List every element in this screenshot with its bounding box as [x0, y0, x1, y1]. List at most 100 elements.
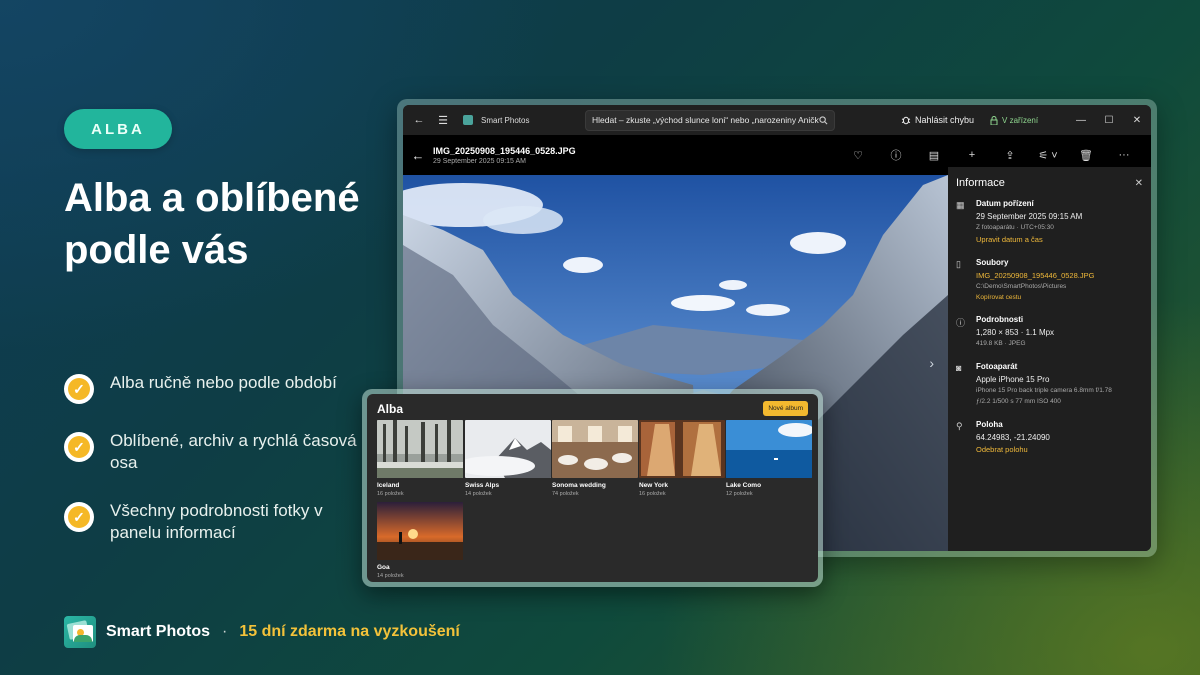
details-heading: Podrobnosti	[976, 315, 1024, 324]
album-count: 12 položek	[726, 491, 753, 497]
headline: Alba a oblíbené podle vás	[64, 176, 360, 272]
heart-icon[interactable]: ♡	[839, 149, 877, 162]
album-count: 16 položek	[377, 491, 404, 497]
info-date-section: ▦ Datum pořízení 29 September 2025 09:15…	[956, 199, 1143, 247]
close-info-icon[interactable]: ✕	[1135, 178, 1143, 189]
title-bar: ← ☰ Smart Photos Hledat – zkuste „východ…	[403, 105, 1151, 135]
details-size: 419.8 KB · JPEG	[976, 340, 1026, 347]
file-date: 29 September 2025 09:15 AM	[433, 157, 527, 165]
file-icon: ▯	[956, 259, 961, 269]
info-files-section: ▯ Soubory IMG_20250908_195446_0528.JPG C…	[956, 258, 1143, 304]
albums-panel-frame: Alba Nové album Iceland 16 položek Swiss…	[362, 389, 823, 587]
info-icon[interactable]: ⓘ	[877, 147, 915, 163]
share-icon[interactable]: ⇪	[991, 149, 1029, 162]
menu-icon[interactable]: ☰	[431, 114, 455, 127]
info-location-section: ⚲ Poloha 64.24983, -21.24090 Odebrat pol…	[956, 420, 1143, 457]
device-status[interactable]: V zařízení	[990, 116, 1038, 125]
album-count: 14 položek	[377, 573, 404, 579]
album-thumbnail	[377, 502, 463, 560]
album-card-sonoma-wedding[interactable]: Sonoma wedding 74 položek	[552, 420, 638, 497]
more-icon[interactable]: ···	[1105, 149, 1143, 161]
file-path: C:\Demo\SmartPhotos\Pictures	[976, 283, 1067, 290]
maximize-icon[interactable]: ☐	[1095, 105, 1123, 135]
date-value: 29 September 2025 09:15 AM	[976, 212, 1083, 221]
camera-exposure: ƒ/2.2 1/500 s 77 mm ISO 400	[976, 398, 1061, 405]
album-count: 14 položek	[465, 491, 492, 497]
albums-title: Alba	[377, 402, 404, 416]
calendar-icon: ▦	[956, 200, 965, 210]
album-name: Swiss Alps	[465, 482, 500, 489]
albums-panel: Alba Nové album Iceland 16 položek Swiss…	[367, 394, 818, 582]
album-count: 16 položek	[639, 491, 666, 497]
report-bug-label: Nahlásit chybu	[915, 115, 975, 125]
feature-item: ✓ Alba ručně nebo podle období	[64, 372, 364, 404]
device-label: V zařízení	[1002, 115, 1039, 125]
info-camera-section: ◙ Fotoaparát Apple iPhone 15 Pro iPhone …	[956, 362, 1143, 409]
brand-separator: ·	[222, 623, 228, 640]
feature-item: ✓ Oblíbené, archiv a rychlá časová osa	[64, 430, 364, 474]
camera-lens: iPhone 15 Pro back triple camera 6.8mm f…	[976, 387, 1112, 394]
bug-icon	[901, 116, 911, 125]
trial-text: 15 dní zdarma na vyzkoušení	[239, 623, 460, 640]
add-icon[interactable]: +	[953, 149, 991, 161]
album-card-swiss-alps[interactable]: Swiss Alps 14 položek	[465, 420, 551, 497]
check-icon: ✓	[64, 502, 94, 532]
app-title: Smart Photos	[481, 115, 530, 125]
info-title: Informace	[956, 177, 1005, 189]
copy-path-link[interactable]: Kopírovat cestu	[976, 294, 1143, 301]
new-album-button[interactable]: Nové album	[763, 401, 808, 416]
feature-text: Všechny podrobnosti fotky v panelu infor…	[110, 501, 323, 542]
album-card-iceland[interactable]: Iceland 16 položek	[377, 420, 463, 497]
album-name: New York	[639, 482, 669, 489]
report-bug-button[interactable]: Nahlásit chybu	[901, 115, 974, 125]
album-thumbnail	[465, 420, 551, 478]
check-icon: ✓	[64, 374, 94, 404]
search-placeholder: Hledat – zkuste „východ slunce loni“ neb…	[592, 115, 819, 125]
date-heading: Datum pořízení	[976, 199, 1034, 208]
location-icon: ⚲	[956, 421, 963, 431]
album-card-lake-como[interactable]: Lake Como 12 položek	[726, 420, 812, 497]
album-name: Lake Como	[726, 482, 762, 489]
edit-icon[interactable]: ▤	[915, 149, 953, 162]
back-arrow-icon[interactable]: ←	[403, 148, 433, 163]
album-card-new-york[interactable]: New York 16 položek	[639, 420, 725, 497]
details-value: 1,280 × 853 · 1.1 Mpx	[976, 328, 1055, 337]
info-details-section: ⓘ Podrobnosti 1,280 × 853 · 1.1 Mpx 419.…	[956, 315, 1143, 351]
album-thumbnail	[726, 420, 812, 478]
app-logo-icon	[64, 616, 96, 648]
search-icon[interactable]	[819, 115, 828, 125]
check-icon: ✓	[64, 432, 94, 462]
minimize-icon[interactable]: —	[1067, 105, 1095, 135]
album-card-goa[interactable]: Goa 14 položek	[377, 502, 463, 579]
close-window-icon[interactable]: ✕	[1123, 105, 1151, 135]
next-photo-icon[interactable]: ›	[929, 355, 934, 371]
back-icon[interactable]: ←	[407, 114, 431, 126]
camera-icon: ◙	[956, 363, 962, 373]
album-thumbnail	[552, 420, 638, 478]
search-input[interactable]: Hledat – zkuste „východ slunce loni“ neb…	[585, 109, 835, 131]
files-heading: Soubory	[976, 258, 1009, 267]
filter-dropdown-icon[interactable]: ⚟ ˅	[1029, 149, 1067, 162]
lock-icon	[990, 115, 998, 125]
location-heading: Poloha	[976, 420, 1003, 429]
app-icon	[463, 115, 473, 125]
feature-list: ✓ Alba ručně nebo podle období ✓ Oblíben…	[64, 372, 364, 570]
delete-icon[interactable]: 🗑	[1067, 149, 1105, 162]
album-count: 74 položek	[552, 491, 579, 497]
brand-footer: Smart Photos · 15 dní zdarma na vyzkouše…	[64, 616, 460, 648]
camera-model: Apple iPhone 15 Pro	[976, 375, 1050, 384]
edit-date-link[interactable]: Upravit datum a čas	[976, 235, 1143, 244]
feature-text: Alba ručně nebo podle období	[110, 373, 337, 392]
details-icon: ⓘ	[956, 318, 966, 328]
date-source: Z fotoaparátu · UTC+05:30	[976, 224, 1054, 231]
album-thumbnail	[639, 420, 725, 478]
file-name-link[interactable]: IMG_20250908_195446_0528.JPG	[976, 271, 1143, 280]
remove-location-link[interactable]: Odebrat polohu	[976, 445, 1143, 454]
location-value: 64.24983, -21.24090	[976, 433, 1050, 442]
album-name: Goa	[377, 564, 390, 571]
feature-item: ✓ Všechny podrobnosti fotky v panelu inf…	[64, 500, 364, 544]
info-panel: Informace ✕ ▦ Datum pořízení 29 Septembe…	[948, 167, 1151, 551]
feature-text: Oblíbené, archiv a rychlá časová osa	[110, 431, 357, 472]
file-name: IMG_20250908_195446_0528.JPG	[433, 145, 576, 156]
album-name: Iceland	[377, 482, 400, 489]
